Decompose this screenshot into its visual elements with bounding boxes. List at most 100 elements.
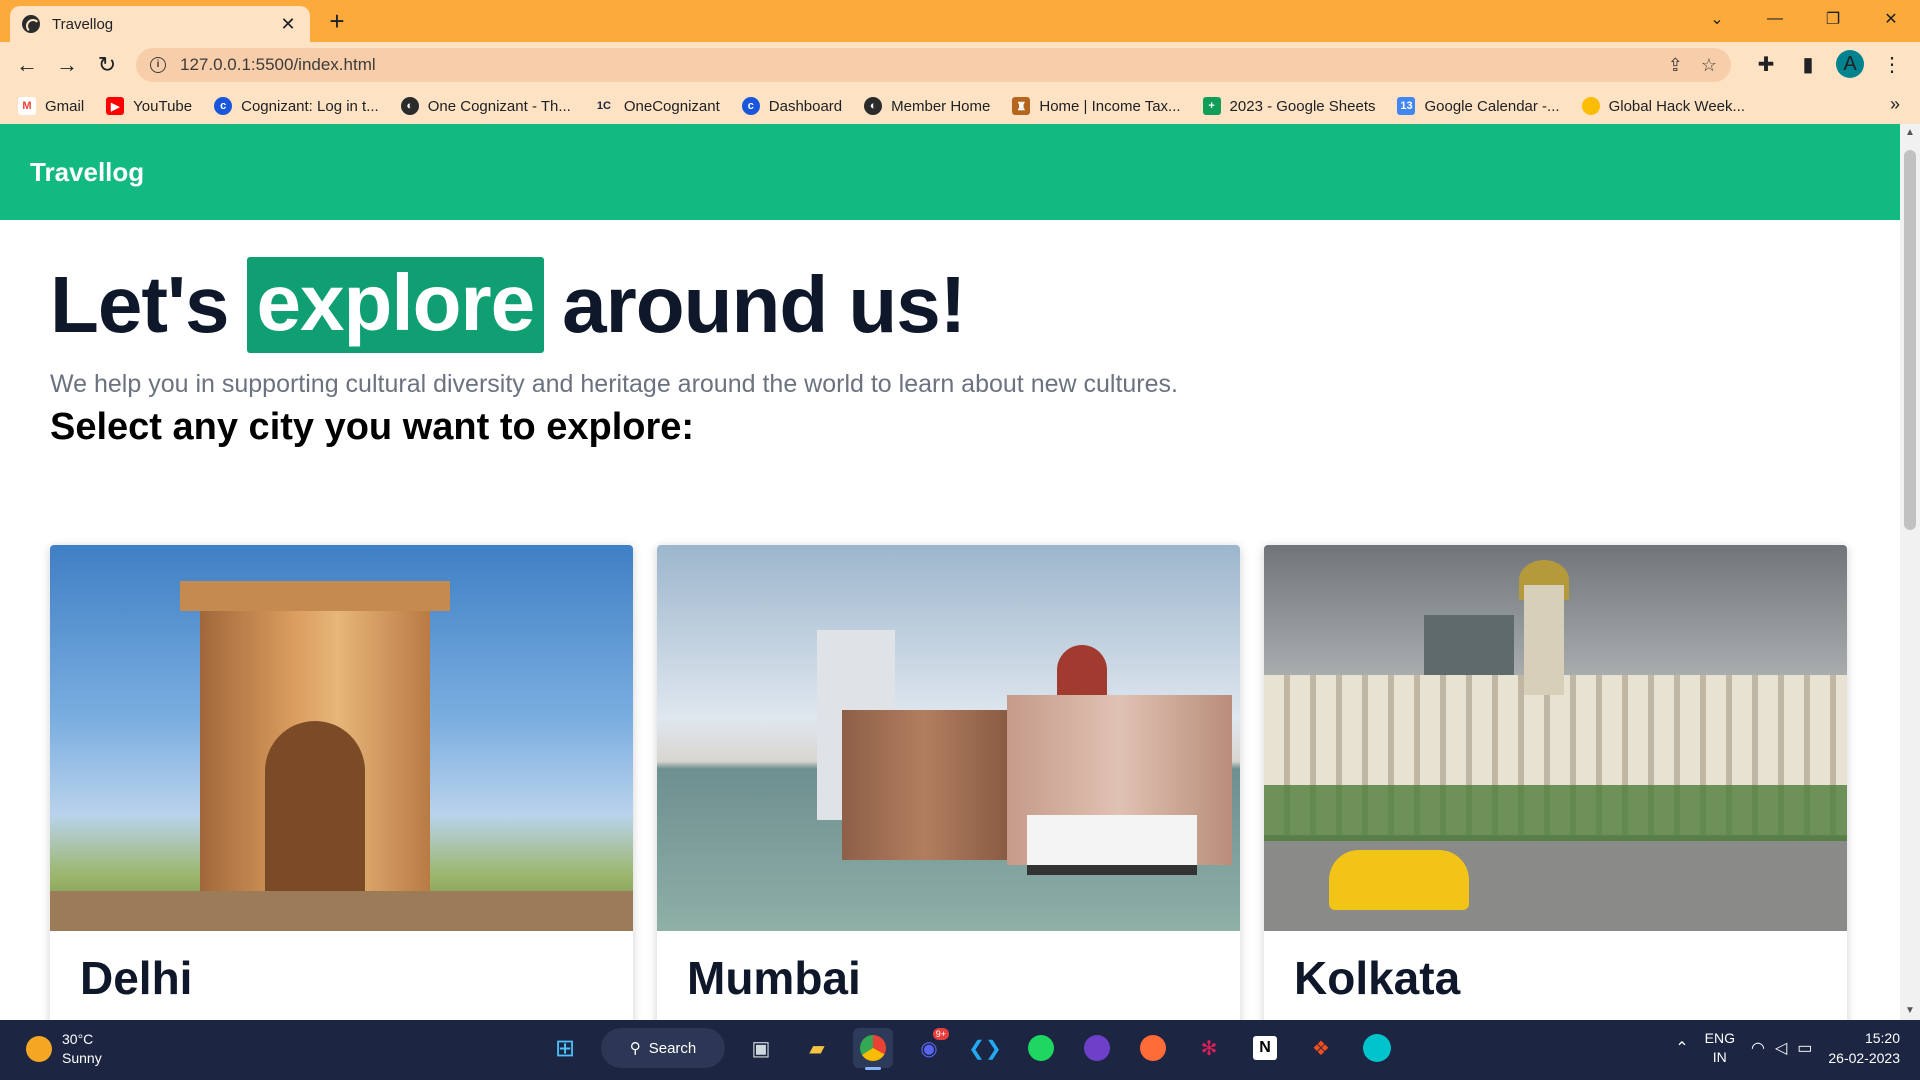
kolkata-image[interactable] — [1264, 545, 1847, 931]
site-brand[interactable]: Travellog — [30, 157, 144, 188]
battery-icon[interactable]: ▭ — [1797, 1038, 1812, 1058]
bookmark-item[interactable]: c Dashboard — [741, 97, 842, 115]
minimize-button[interactable]: — — [1746, 0, 1804, 38]
weather-condition: Sunny — [62, 1050, 102, 1066]
url-text[interactable]: 127.0.0.1:5500/index.html — [180, 55, 1668, 75]
cognizant-icon: c — [741, 97, 760, 115]
language-indicator[interactable]: ENG IN — [1705, 1029, 1735, 1067]
bulb-icon — [1581, 97, 1600, 115]
mumbai-image[interactable] — [657, 545, 1240, 931]
restore-button[interactable]: ❐ — [1804, 0, 1862, 38]
city-card-mumbai[interactable]: Mumbai — [657, 545, 1240, 1020]
canva-icon[interactable] — [1357, 1028, 1397, 1068]
hero-prefix: Let's — [50, 260, 230, 349]
system-clock[interactable]: 15:20 26-02-2023 — [1828, 1028, 1900, 1068]
reload-button[interactable]: ↻ — [92, 50, 122, 80]
sun-icon — [26, 1036, 52, 1062]
share-icon[interactable]: ⇪ — [1668, 55, 1683, 76]
back-button[interactable]: ← — [12, 50, 42, 80]
india-gate-shape — [180, 581, 450, 921]
hero-subtitle: We help you in supporting cultural diver… — [50, 370, 1178, 398]
globe-icon: ◐ — [864, 97, 883, 115]
trees-shape — [1264, 785, 1847, 845]
lang-bottom: IN — [1712, 1049, 1727, 1065]
tab-title: Travellog — [52, 15, 114, 33]
bookmark-item[interactable]: ▶ YouTube — [106, 97, 192, 115]
page-scrollbar[interactable]: ▲ ▼ — [1900, 124, 1920, 1020]
bookmark-item[interactable]: ♜ Home | Income Tax... — [1012, 97, 1181, 115]
chrome-icon[interactable] — [853, 1028, 893, 1070]
city-card-delhi[interactable]: Delhi — [50, 545, 633, 1020]
spotify-icon[interactable] — [1021, 1028, 1061, 1068]
close-window-button[interactable]: ✕ — [1862, 0, 1920, 38]
scroll-down-icon[interactable]: ▼ — [1900, 1002, 1920, 1020]
profile-avatar[interactable]: A — [1836, 50, 1864, 78]
volume-icon[interactable]: ◁ — [1775, 1038, 1787, 1058]
extensions-icon[interactable]: ✚ — [1752, 52, 1780, 77]
weather-widget[interactable]: 30°C Sunny — [26, 1030, 102, 1068]
browser-tab[interactable]: Travellog ✕ — [10, 6, 310, 42]
close-tab-icon[interactable]: ✕ — [278, 14, 298, 35]
page-viewport: Travellog Let's explore around us! We he… — [0, 124, 1900, 1020]
boat-shape — [1027, 815, 1197, 875]
city-name: Kolkata — [1294, 952, 1461, 1004]
scroll-thumb[interactable] — [1904, 150, 1916, 530]
bookmark-item[interactable]: 13 Google Calendar -... — [1397, 97, 1560, 115]
globe-icon: ◐ — [400, 97, 419, 115]
bookmark-item[interactable]: +2023 - Google Sheets — [1202, 97, 1375, 115]
windows-start-icon[interactable]: ⊞ — [545, 1028, 585, 1068]
sheets-icon: + — [1202, 97, 1221, 115]
more-bookmarks-icon[interactable]: » — [1890, 94, 1900, 115]
slack-icon[interactable]: ✻ — [1189, 1028, 1229, 1068]
delhi-image[interactable] — [50, 545, 633, 931]
incometax-icon: ♜ — [1012, 97, 1031, 115]
windows-taskbar: 30°C Sunny ⊞ ⚲ Search ▣ ▰ ◉ 9+ ❮❯ ✻ N ❖ ⌃… — [0, 1020, 1920, 1080]
bookmark-item[interactable]: 1C OneCognizant — [593, 97, 720, 115]
hero-title: Let's explore around us! — [50, 257, 966, 353]
site-info-icon[interactable]: i — [150, 57, 166, 73]
bookmark-star-icon[interactable]: ☆ — [1701, 55, 1717, 76]
city-name: Delhi — [80, 952, 193, 1004]
forward-button[interactable]: → — [52, 50, 82, 80]
side-panel-icon[interactable]: ▮ — [1794, 52, 1822, 77]
hero-suffix: around us! — [562, 260, 966, 349]
clocktower-shape — [1524, 585, 1564, 695]
notion-icon[interactable]: N — [1245, 1028, 1285, 1068]
discord-icon[interactable]: ◉ 9+ — [909, 1028, 949, 1068]
bookmark-item[interactable]: M Gmail — [18, 97, 84, 115]
postman-icon[interactable] — [1133, 1028, 1173, 1068]
dome-shape — [1057, 645, 1107, 695]
onecognizant-icon: 1C — [596, 100, 611, 112]
bookmark-item[interactable]: Global Hack Week... — [1581, 97, 1745, 115]
search-icon: ⚲ — [629, 1040, 641, 1057]
temperature: 30°C — [62, 1031, 94, 1047]
calendar-icon: 13 — [1397, 97, 1416, 115]
vscode-icon[interactable]: ❮❯ — [965, 1028, 1005, 1068]
city-card-kolkata[interactable]: Kolkata — [1264, 545, 1847, 1020]
lang-top: ENG — [1704, 1030, 1735, 1046]
site-navbar: Travellog — [0, 124, 1900, 220]
wifi-icon[interactable]: ◠ — [1751, 1038, 1765, 1058]
bookmarks-bar: M Gmail ▶ YouTube c Cognizant: Log in t... … — [0, 88, 1920, 124]
bookmark-item[interactable]: c Cognizant: Log in t... — [214, 97, 379, 115]
browser-toolbar: ← → ↻ i 127.0.0.1:5500/index.html ⇪ ☆ ✚ … — [0, 42, 1920, 88]
address-bar[interactable]: i 127.0.0.1:5500/index.html ⇪ ☆ — [136, 48, 1731, 82]
menu-icon[interactable]: ⋮ — [1878, 52, 1906, 77]
hero-highlight: explore — [246, 257, 545, 353]
ground-shape — [50, 891, 633, 931]
bookmark-item[interactable]: ◐ One Cognizant - Th... — [400, 97, 571, 115]
new-tab-button[interactable]: + — [322, 8, 352, 34]
bookmark-item[interactable]: ◐ Member Home — [864, 97, 990, 115]
gmail-icon: M — [18, 97, 36, 115]
tab-search-icon[interactable]: ⌄ — [1688, 0, 1746, 38]
chevron-up-icon[interactable]: ⌃ — [1675, 1038, 1688, 1058]
scroll-up-icon[interactable]: ▲ — [1900, 124, 1920, 142]
task-view-icon[interactable]: ▣ — [741, 1028, 781, 1068]
github-icon[interactable] — [1077, 1028, 1117, 1068]
gateway-shape — [842, 710, 1007, 860]
taskbar-search-button[interactable]: ⚲ Search — [601, 1028, 725, 1068]
search-label: Search — [648, 1039, 697, 1057]
file-explorer-icon[interactable]: ▰ — [797, 1028, 837, 1068]
figma-icon[interactable]: ❖ — [1301, 1028, 1341, 1068]
taxi-shape — [1329, 850, 1469, 910]
